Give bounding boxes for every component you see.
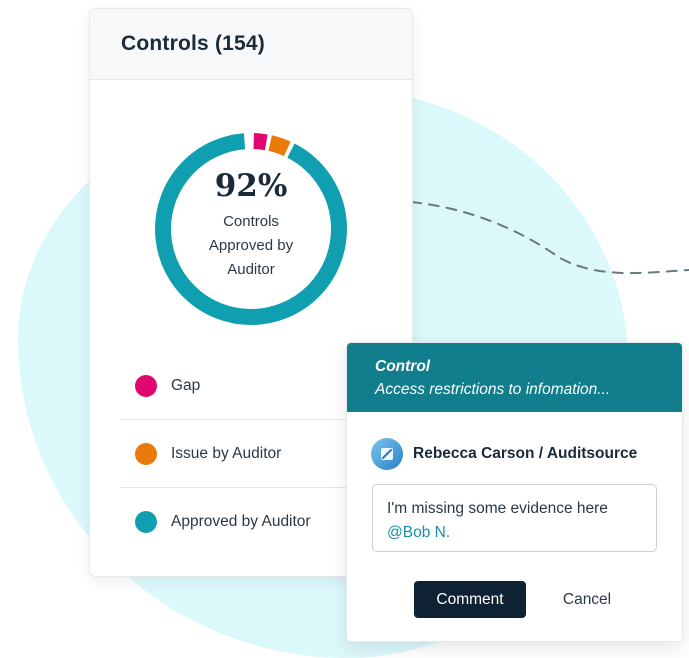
comment-card-subtitle: Access restrictions to infomation... [375,381,611,398]
comment-button[interactable]: Comment [414,581,526,618]
comment-input[interactable]: I'm missing some evidence here @Bob N. [372,484,657,552]
legend-label-approved: Approved by Auditor [171,512,311,530]
controls-donut-chart: 92% Controls Approved by Auditor [153,131,349,327]
comment-card-header: Control Access restrictions to infomatio… [347,343,682,412]
donut-caption: Controls Approved by Auditor [208,213,294,278]
donut-center: 92% Controls Approved by Auditor [153,131,349,327]
comment-text: I'm missing some evidence here [387,500,608,517]
comment-card-title: Control [375,358,431,375]
legend-label-gap: Gap [171,376,201,394]
legend-dot-gap [135,374,157,397]
legend-dot-issue [135,442,157,465]
comment-card: Control Access restrictions to infomatio… [346,342,683,642]
comment-author-name: Rebecca Carson / Auditsource [413,445,638,462]
controls-card-title: Controls (154) [121,32,265,55]
auditsource-logo-icon [371,438,403,470]
comment-mention[interactable]: @Bob N. [387,521,642,545]
legend-dot-approved [135,510,157,533]
cancel-button[interactable]: Cancel [547,581,627,618]
legend-label-issue: Issue by Auditor [171,444,282,462]
donut-percent: 92% [214,168,288,204]
controls-card-header: Controls (154) [90,9,412,80]
comment-author-row: Rebecca Carson / Auditsource [371,438,637,470]
